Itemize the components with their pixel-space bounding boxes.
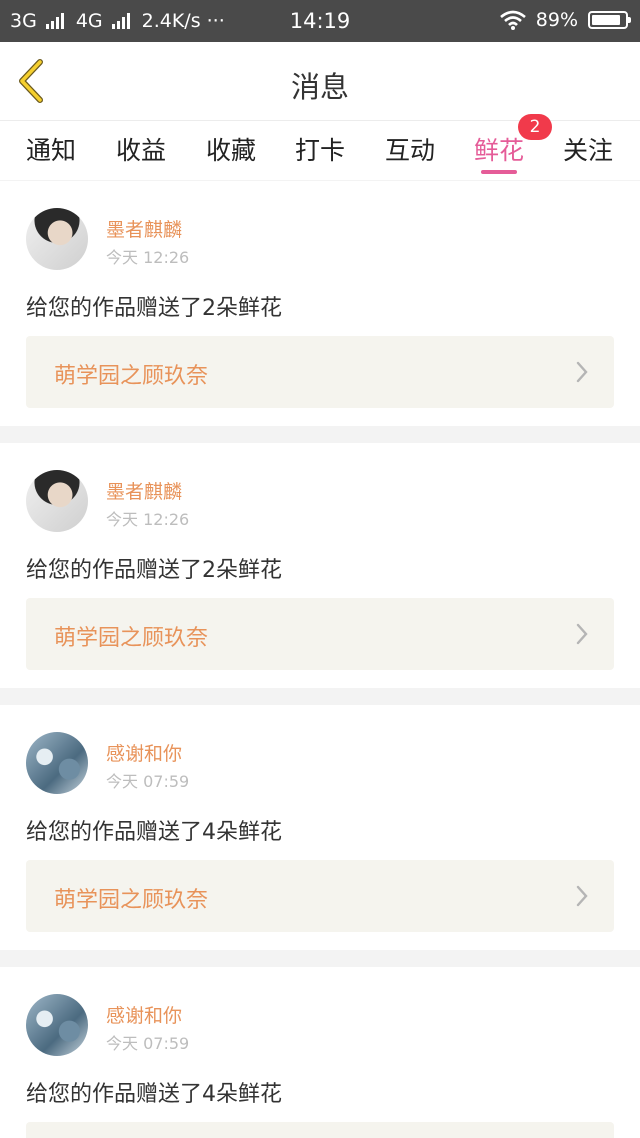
header: 消息: [0, 42, 640, 120]
battery-fill: [592, 15, 621, 25]
avatar[interactable]: [26, 470, 88, 532]
message-time: 今天 07:59: [106, 1034, 190, 1053]
message-card: 墨者麒麟 今天 12:26 给您的作品赠送了2朵鲜花 萌学园之顾玖奈: [0, 443, 640, 688]
tab-flowers[interactable]: 鲜花: [474, 131, 524, 167]
sender-name[interactable]: 墨者麒麟: [106, 477, 182, 504]
status-bar: 3G 4G 2.4K/s ··· 14:19 89%: [0, 0, 640, 42]
chevron-right-icon: [576, 885, 588, 907]
work-title: 萌学园之顾玖奈: [54, 888, 209, 913]
tab-interaction[interactable]: 互动: [385, 131, 435, 167]
message-text: 给您的作品赠送了4朵鲜花: [26, 1082, 282, 1107]
tab-follow[interactable]: 关注: [563, 131, 613, 167]
message-text: 给您的作品赠送了4朵鲜花: [26, 820, 282, 845]
work-link[interactable]: 萌学园之顾玖奈: [26, 336, 614, 408]
message-card: 感谢和你 今天 07:59 给您的作品赠送了4朵鲜花: [0, 967, 640, 1138]
work-link[interactable]: 萌学园之顾玖奈: [26, 860, 614, 932]
battery-icon: [588, 11, 631, 29]
sender-name[interactable]: 墨者麒麟: [106, 215, 182, 242]
work-title: 萌学园之顾玖奈: [54, 626, 209, 651]
message-card: 感谢和你 今天 07:59 给您的作品赠送了4朵鲜花 萌学园之顾玖奈: [0, 705, 640, 950]
page-title: 消息: [290, 70, 349, 104]
tab-badge: 2: [518, 114, 552, 140]
work-link[interactable]: [26, 1122, 614, 1138]
avatar[interactable]: [26, 732, 88, 794]
tab-checkin[interactable]: 打卡: [295, 131, 345, 167]
message-time: 今天 12:26: [106, 248, 190, 267]
work-title: 萌学园之顾玖奈: [54, 364, 209, 389]
work-link[interactable]: 萌学园之顾玖奈: [26, 598, 614, 670]
message-text: 给您的作品赠送了2朵鲜花: [26, 558, 282, 583]
message-time: 今天 07:59: [106, 772, 190, 791]
status-right: 89%: [499, 9, 631, 31]
tab-notice[interactable]: 通知: [26, 131, 76, 167]
battery-percent: 89%: [535, 9, 578, 31]
wifi-icon: [499, 10, 526, 30]
message-text: 给您的作品赠送了2朵鲜花: [26, 296, 282, 321]
active-tab-indicator: [481, 170, 517, 174]
avatar[interactable]: [26, 208, 88, 270]
sender-name[interactable]: 感谢和你: [106, 739, 182, 766]
tab-favorites[interactable]: 收藏: [206, 131, 256, 167]
chevron-right-icon: [576, 361, 588, 383]
tab-income[interactable]: 收益: [116, 131, 166, 167]
chevron-right-icon: [576, 623, 588, 645]
message-time: 今天 12:26: [106, 510, 190, 529]
message-card: 墨者麒麟 今天 12:26 给您的作品赠送了2朵鲜花 萌学园之顾玖奈: [0, 181, 640, 426]
avatar[interactable]: [26, 994, 88, 1056]
sender-name[interactable]: 感谢和你: [106, 1001, 182, 1028]
